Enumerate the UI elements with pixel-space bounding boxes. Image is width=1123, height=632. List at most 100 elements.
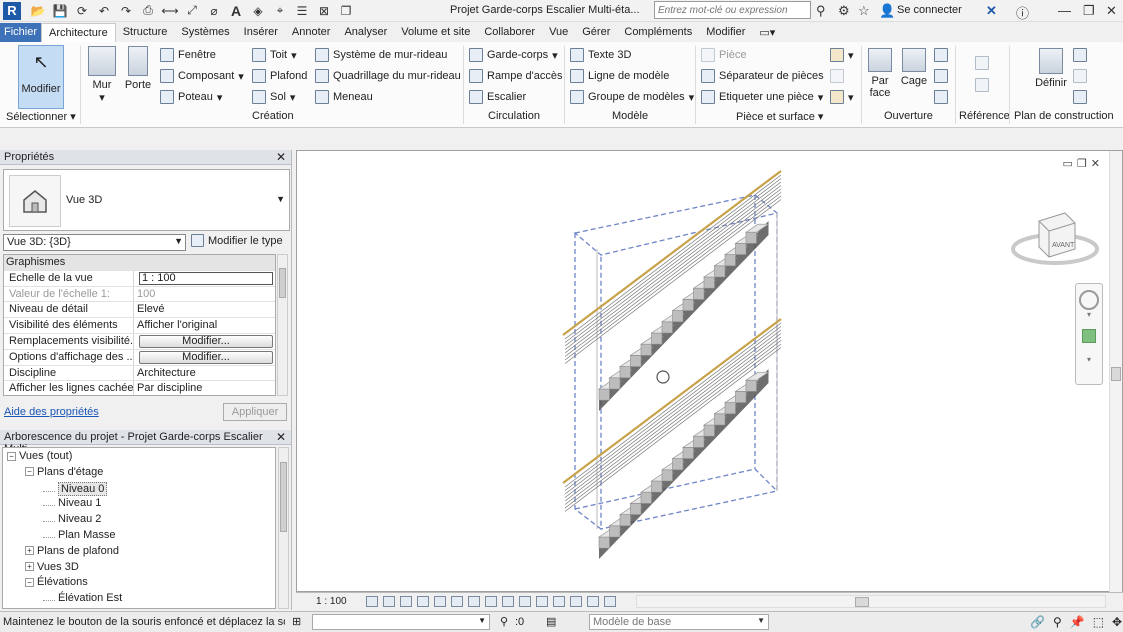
tree-node[interactable]: − Vues (tout) xyxy=(7,450,72,462)
panel-room-label[interactable]: Pièce et surface ▾ xyxy=(736,110,823,123)
properties-scrollbar[interactable] xyxy=(277,254,288,396)
tab-9[interactable]: Vue xyxy=(542,23,575,42)
temp-view-props-icon[interactable] xyxy=(536,596,548,607)
tab-7[interactable]: Volume et site xyxy=(394,23,477,42)
print-icon[interactable]: ⎙ xyxy=(139,3,157,19)
crop-icon[interactable] xyxy=(451,596,463,607)
close-icon[interactable]: ✕ xyxy=(1091,157,1100,170)
edit-button[interactable]: Modifier... xyxy=(139,334,273,348)
property-row[interactable]: Options d'affichage des ... Modifier... xyxy=(4,349,275,366)
user-icon[interactable]: 👤 xyxy=(879,3,895,19)
level-button[interactable] xyxy=(975,56,989,70)
tree-node[interactable]: + Plans de plafond xyxy=(25,545,119,557)
panel-select-label[interactable]: Sélectionner ▾ xyxy=(6,110,76,123)
vertical-opening-button[interactable] xyxy=(934,69,948,83)
app-logo[interactable]: R xyxy=(3,1,21,20)
restore-icon[interactable]: ❐ xyxy=(1083,3,1095,19)
tree-node[interactable]: Niveau 0 xyxy=(43,481,108,496)
open-icon[interactable]: 📂 xyxy=(29,3,47,19)
analytical-icon[interactable] xyxy=(570,596,582,607)
sync-icon[interactable]: ⟳ xyxy=(73,3,91,19)
stair-button[interactable]: Escalier xyxy=(469,90,526,104)
signin-button[interactable]: Se connecter xyxy=(897,4,962,16)
save-icon[interactable]: 💾 xyxy=(51,3,69,19)
model-text-button[interactable]: Texte 3D xyxy=(570,48,631,62)
stair-model-drawing[interactable] xyxy=(557,169,797,559)
navigation-bar[interactable]: ▾ ▾ xyxy=(1075,283,1103,385)
measure-icon[interactable]: ⟷ xyxy=(161,3,179,19)
room-button[interactable]: Pièce xyxy=(701,48,747,62)
subscription-icon[interactable]: ⚙ xyxy=(838,3,850,19)
property-row[interactable]: Echelle de la vue 1 : 100 xyxy=(4,270,275,287)
floor-button[interactable]: Sol ▾ xyxy=(252,90,295,104)
tab-3[interactable]: Systèmes xyxy=(174,23,236,42)
select-by-face-icon[interactable]: ⬚ xyxy=(1093,615,1104,629)
tab-6[interactable]: Analyser xyxy=(337,23,394,42)
thin-lines-icon[interactable]: ☰ xyxy=(293,3,311,19)
drag-elements-icon[interactable]: ✥ xyxy=(1112,615,1122,629)
visual-style-icon[interactable] xyxy=(383,596,395,607)
exchange-icon[interactable]: ✕ xyxy=(986,3,997,19)
room-separator-button[interactable]: Séparateur de pièces xyxy=(701,69,824,83)
tab-5[interactable]: Annoter xyxy=(285,23,338,42)
roof-button[interactable]: Toit ▾ xyxy=(252,48,297,62)
switch-windows-icon[interactable]: ❐ xyxy=(337,3,355,19)
curtain-grid-button[interactable]: Quadrillage du mur-rideau xyxy=(315,69,461,83)
ramp-button[interactable]: Rampe d'accès xyxy=(469,69,562,83)
browser-scrollbar[interactable] xyxy=(278,447,289,609)
design-options-icon[interactable]: ▤ xyxy=(546,615,556,628)
property-row[interactable]: Remplacements visibilité... Modifier... xyxy=(4,333,275,350)
property-row[interactable]: Discipline Architecture xyxy=(4,365,275,382)
select-pinned-icon[interactable]: 📌 xyxy=(1070,615,1085,629)
search-input[interactable] xyxy=(654,1,811,19)
shadows-icon[interactable] xyxy=(417,596,429,607)
close-icon[interactable]: ✕ xyxy=(276,150,286,164)
chevron-down-icon[interactable]: ▾ xyxy=(1076,310,1102,319)
collapse-icon[interactable]: − xyxy=(25,467,34,477)
area-boundary-button[interactable] xyxy=(830,69,844,83)
design-option-selector[interactable]: Modèle de base ▼ xyxy=(589,614,769,630)
sun-path-icon[interactable] xyxy=(400,596,412,607)
minimize-icon[interactable]: — xyxy=(1058,3,1071,18)
highlight-icon[interactable] xyxy=(587,596,599,607)
show-crop-icon[interactable] xyxy=(468,596,480,607)
property-row[interactable]: Afficher les lignes cachées Par disciplin… xyxy=(4,381,275,395)
close-icon[interactable]: ✕ xyxy=(1106,3,1117,19)
modify-button[interactable]: ↖ Modifier xyxy=(18,45,64,109)
dimension-icon[interactable]: ⤢ xyxy=(183,3,201,19)
mullion-button[interactable]: Meneau xyxy=(315,90,373,104)
group-header[interactable]: Graphismes xyxy=(4,255,275,271)
column-button[interactable]: Poteau ▾ xyxy=(160,90,222,104)
tree-node[interactable]: Niveau 2 xyxy=(43,513,101,525)
binoculars-icon[interactable]: ⚲ xyxy=(816,3,826,19)
tab-12[interactable]: Modifier xyxy=(699,23,752,42)
area-button[interactable]: ▾ xyxy=(830,48,854,62)
zoom-icon[interactable] xyxy=(1082,329,1096,343)
window-button[interactable]: Fenêtre xyxy=(160,48,216,62)
tab-2[interactable]: Structure xyxy=(116,23,175,42)
help-icon[interactable]: ⓘ xyxy=(1016,3,1029,22)
tab-0[interactable]: Fichier xyxy=(0,23,42,42)
scale-selector[interactable]: 1 : 100 xyxy=(316,596,347,607)
viewer-button[interactable] xyxy=(1073,90,1087,104)
shaft-button[interactable]: Cage xyxy=(899,48,929,87)
render-icon[interactable] xyxy=(434,596,446,607)
dormer-button[interactable] xyxy=(934,90,948,104)
collapse-icon[interactable]: − xyxy=(25,577,34,587)
steering-wheel-icon[interactable] xyxy=(1079,290,1099,310)
door-button[interactable]: Porte xyxy=(122,46,154,91)
tag-room-button[interactable]: Etiqueter une pièce ▾ xyxy=(701,90,823,104)
tree-node[interactable]: Élévation Est xyxy=(43,592,122,604)
collapse-icon[interactable]: − xyxy=(7,451,16,461)
reveal-hidden-icon[interactable] xyxy=(519,596,531,607)
restore-icon[interactable]: ❐ xyxy=(1077,157,1087,170)
close-icon[interactable]: ✕ xyxy=(276,430,286,444)
wall-button[interactable]: Mur ▾ xyxy=(86,46,118,104)
model-line-button[interactable]: Ligne de modèle xyxy=(570,69,669,83)
ceiling-button[interactable]: Plafond xyxy=(252,69,307,83)
set-workplane-button[interactable]: Définir xyxy=(1033,48,1069,89)
tree-node[interactable]: + Vues 3D xyxy=(25,561,79,573)
text-icon[interactable]: A xyxy=(227,3,245,19)
viewcube[interactable]: AVANT xyxy=(1009,203,1101,273)
constraints-icon[interactable] xyxy=(604,596,616,607)
